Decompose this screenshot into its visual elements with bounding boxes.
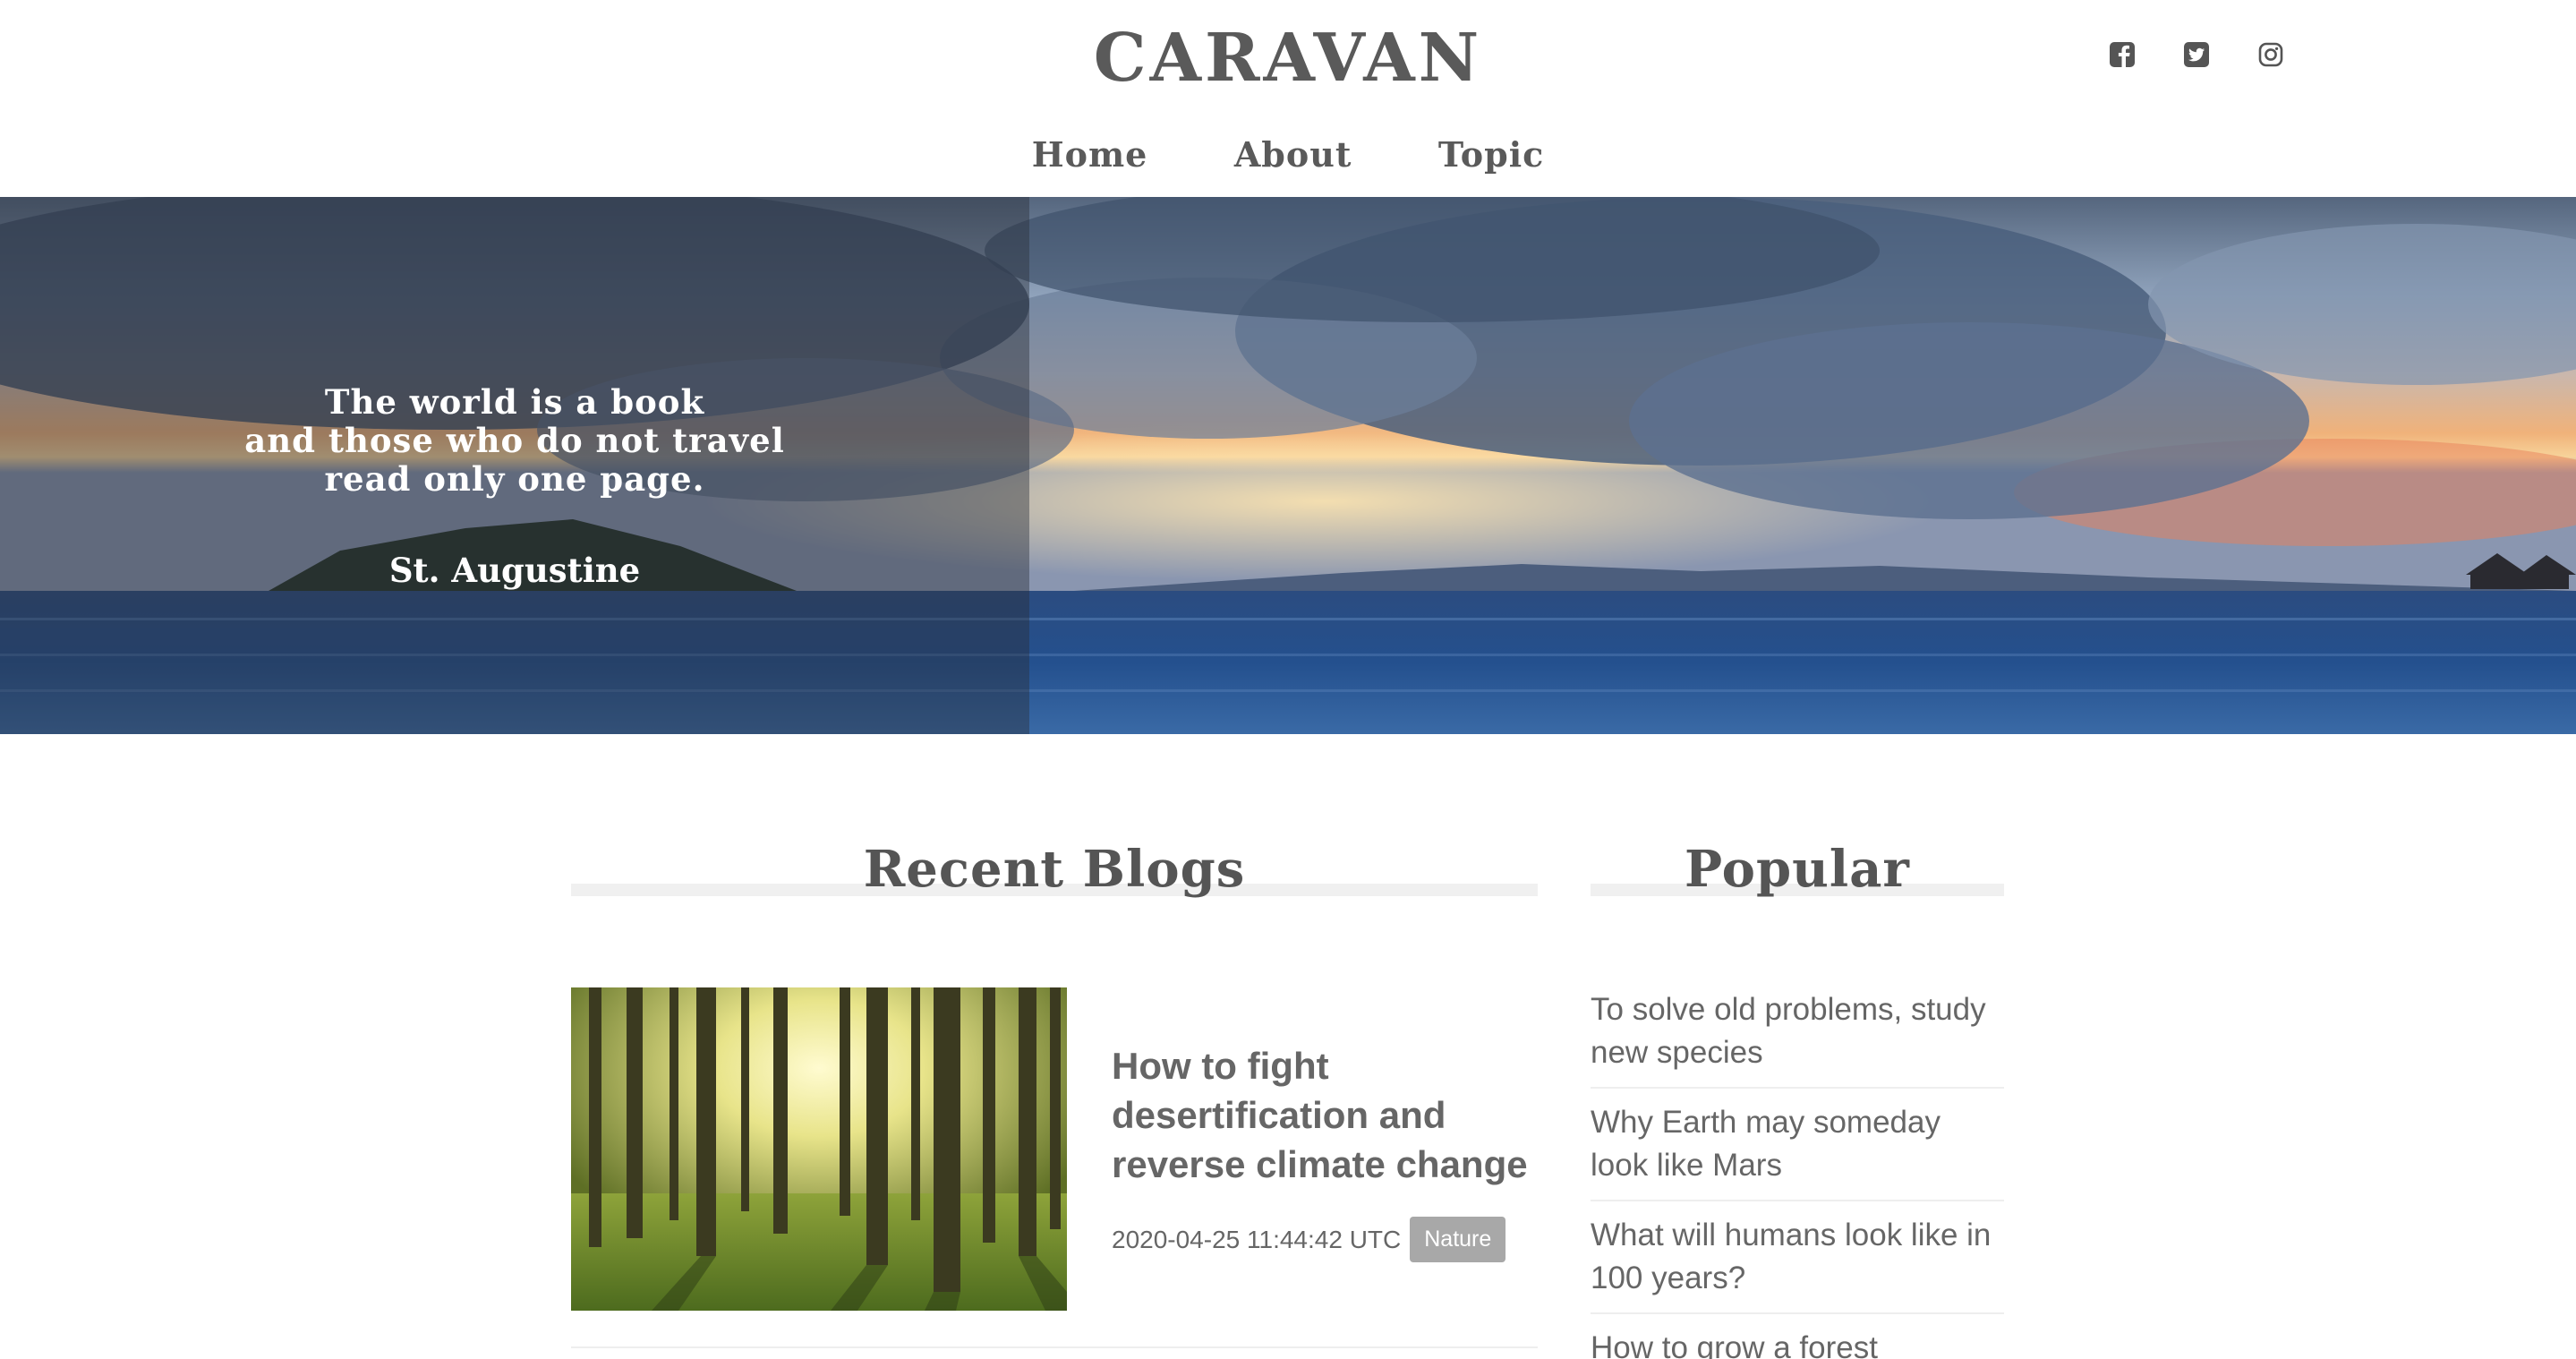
- quote-line-3: read only one page.: [324, 459, 705, 499]
- site-header: CARAVAN Home About Topic: [0, 0, 2576, 197]
- blog-tag[interactable]: Nature: [1410, 1217, 1506, 1262]
- facebook-icon[interactable]: [2107, 39, 2137, 70]
- quote-author: St. Augustine: [388, 551, 641, 590]
- quote-line-2: and those who do not travel: [244, 421, 785, 460]
- nav-about[interactable]: About: [1234, 134, 1352, 175]
- popular-item[interactable]: What will humans look like in 100 years?: [1591, 1210, 2004, 1314]
- forest-image: [571, 987, 1067, 1311]
- blog-card[interactable]: How to fight desertification and reverse…: [571, 987, 1538, 1347]
- popular-item[interactable]: Why Earth may someday look like Mars: [1591, 1098, 2004, 1201]
- recent-blogs-title: Recent Blogs: [863, 840, 1246, 899]
- instagram-icon[interactable]: [2256, 39, 2286, 70]
- blog-meta: 2020-04-25 11:44:42 UTC Nature: [1112, 1217, 1506, 1262]
- blog-divider: [571, 1346, 1538, 1348]
- blog-thumbnail[interactable]: [571, 987, 1067, 1311]
- popular-item[interactable]: To solve old problems, study new species: [1591, 985, 2004, 1089]
- popular-title: Popular: [1685, 840, 1910, 899]
- hero-banner: The world is a book and those who do not…: [0, 197, 2576, 734]
- popular-item[interactable]: How to grow a forest: [1591, 1323, 2004, 1359]
- main-nav: Home About Topic: [0, 134, 2576, 175]
- quote-line-1: The world is a book: [324, 382, 705, 422]
- nav-topic[interactable]: Topic: [1438, 134, 1544, 175]
- blog-date: 2020-04-25 11:44:42 UTC: [1112, 1225, 1402, 1253]
- popular-list: To solve old problems, study new species…: [1591, 985, 2004, 1359]
- blog-title[interactable]: How to fight desertification and reverse…: [1112, 1041, 1532, 1189]
- hero-quote: The world is a book and those who do not…: [0, 383, 1029, 499]
- twitter-icon[interactable]: [2181, 39, 2212, 70]
- nav-home[interactable]: Home: [1032, 134, 1148, 175]
